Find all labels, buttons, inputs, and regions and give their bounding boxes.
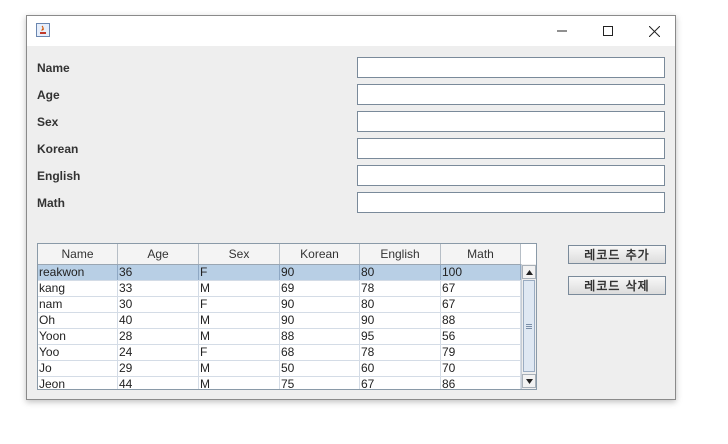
- minimize-button[interactable]: [539, 16, 585, 46]
- table-cell-english[interactable]: 67: [360, 377, 441, 389]
- table-cell-math[interactable]: 67: [441, 281, 521, 296]
- table-cell-sex[interactable]: M: [199, 281, 280, 296]
- table-row[interactable]: Jeon 44 M 75 67 86: [38, 377, 521, 389]
- table-cell-sex[interactable]: M: [199, 361, 280, 376]
- english-input[interactable]: [357, 165, 665, 186]
- table-row[interactable]: Yoo 24 F 68 78 79: [38, 345, 521, 361]
- table-cell-korean[interactable]: 69: [280, 281, 360, 296]
- table-cell-korean[interactable]: 75: [280, 377, 360, 389]
- table-body: reakwon 36 F 90 80 100 kang 33 M 69 78 67 nam 30 F 90 80…: [38, 265, 521, 389]
- table-row[interactable]: Yoon 28 M 88 95 56: [38, 329, 521, 345]
- table-cell-sex[interactable]: M: [199, 377, 280, 389]
- table-cell-age[interactable]: 33: [118, 281, 199, 296]
- table-cell-english[interactable]: 60: [360, 361, 441, 376]
- table-row[interactable]: Jo 29 M 50 60 70: [38, 361, 521, 377]
- table-cell-age[interactable]: 40: [118, 313, 199, 328]
- table-cell-name[interactable]: Yoo: [38, 345, 118, 360]
- close-button[interactable]: [631, 16, 677, 46]
- table-cell-english[interactable]: 90: [360, 313, 441, 328]
- math-input[interactable]: [357, 192, 665, 213]
- table-cell-sex[interactable]: F: [199, 265, 280, 280]
- table-cell-age[interactable]: 36: [118, 265, 199, 280]
- table-cell-korean[interactable]: 90: [280, 297, 360, 312]
- table-row[interactable]: Oh 40 M 90 90 88: [38, 313, 521, 329]
- table-cell-name[interactable]: kang: [38, 281, 118, 296]
- table-row[interactable]: reakwon 36 F 90 80 100: [38, 265, 521, 281]
- column-header-korean[interactable]: Korean: [280, 244, 360, 264]
- table-cell-math[interactable]: 88: [441, 313, 521, 328]
- records-table[interactable]: Name Age Sex Korean English Math reakwon…: [37, 243, 537, 390]
- table-cell-sex[interactable]: M: [199, 329, 280, 344]
- column-header-age[interactable]: Age: [118, 244, 199, 264]
- close-icon: [648, 25, 660, 37]
- maximize-icon: [603, 26, 613, 36]
- sex-input[interactable]: [357, 111, 665, 132]
- table-cell-sex[interactable]: M: [199, 313, 280, 328]
- table-cell-english[interactable]: 80: [360, 265, 441, 280]
- scroll-thumb[interactable]: [523, 280, 535, 372]
- table-cell-age[interactable]: 24: [118, 345, 199, 360]
- table-cell-sex[interactable]: F: [199, 345, 280, 360]
- scroll-down-button[interactable]: [522, 374, 536, 388]
- column-header-math[interactable]: Math: [441, 244, 521, 264]
- table-cell-age[interactable]: 44: [118, 377, 199, 389]
- minimize-icon: [557, 30, 567, 32]
- age-input[interactable]: [357, 84, 665, 105]
- table-cell-english[interactable]: 80: [360, 297, 441, 312]
- table-cell-math[interactable]: 86: [441, 377, 521, 389]
- arrow-down-icon: [525, 378, 533, 384]
- app-window: Name Age Sex Korean English Math Name Ag…: [26, 15, 676, 400]
- table-cell-age[interactable]: 29: [118, 361, 199, 376]
- table-cell-name[interactable]: Jeon: [38, 377, 118, 389]
- title-bar: [27, 16, 675, 46]
- table-header: Name Age Sex Korean English Math: [38, 244, 521, 265]
- table-cell-korean[interactable]: 90: [280, 313, 360, 328]
- table-cell-math[interactable]: 67: [441, 297, 521, 312]
- table-cell-age[interactable]: 28: [118, 329, 199, 344]
- table-cell-name[interactable]: nam: [38, 297, 118, 312]
- table-cell-math[interactable]: 56: [441, 329, 521, 344]
- sex-label: Sex: [37, 115, 59, 129]
- english-label: English: [37, 169, 81, 183]
- name-input[interactable]: [357, 57, 665, 78]
- korean-label: Korean: [37, 142, 79, 156]
- table-row[interactable]: kang 33 M 69 78 67: [38, 281, 521, 297]
- table-cell-name[interactable]: reakwon: [38, 265, 118, 280]
- age-label: Age: [37, 88, 60, 102]
- table-cell-name[interactable]: Jo: [38, 361, 118, 376]
- name-label: Name: [37, 61, 70, 75]
- table-cell-korean[interactable]: 50: [280, 361, 360, 376]
- column-header-sex[interactable]: Sex: [199, 244, 280, 264]
- arrow-up-icon: [525, 269, 533, 275]
- table-cell-math[interactable]: 79: [441, 345, 521, 360]
- grip-icon: [526, 323, 532, 329]
- table-cell-name[interactable]: Yoon: [38, 329, 118, 344]
- maximize-button[interactable]: [585, 16, 631, 46]
- table-row[interactable]: nam 30 F 90 80 67: [38, 297, 521, 313]
- table-cell-english[interactable]: 78: [360, 345, 441, 360]
- table-cell-sex[interactable]: F: [199, 297, 280, 312]
- table-cell-name[interactable]: Oh: [38, 313, 118, 328]
- vertical-scrollbar[interactable]: [521, 264, 536, 389]
- table-cell-math[interactable]: 100: [441, 265, 521, 280]
- table-cell-english[interactable]: 95: [360, 329, 441, 344]
- column-header-english[interactable]: English: [360, 244, 441, 264]
- delete-record-button[interactable]: 레코드 삭제: [568, 276, 666, 295]
- math-label: Math: [37, 196, 65, 210]
- table-cell-korean[interactable]: 90: [280, 265, 360, 280]
- table-cell-korean[interactable]: 68: [280, 345, 360, 360]
- korean-input[interactable]: [357, 138, 665, 159]
- add-record-button[interactable]: 레코드 추가: [568, 245, 666, 264]
- java-app-icon: [36, 23, 50, 37]
- table-cell-english[interactable]: 78: [360, 281, 441, 296]
- table-cell-korean[interactable]: 88: [280, 329, 360, 344]
- scroll-up-button[interactable]: [522, 265, 536, 279]
- table-cell-math[interactable]: 70: [441, 361, 521, 376]
- column-header-name[interactable]: Name: [38, 244, 118, 264]
- table-cell-age[interactable]: 30: [118, 297, 199, 312]
